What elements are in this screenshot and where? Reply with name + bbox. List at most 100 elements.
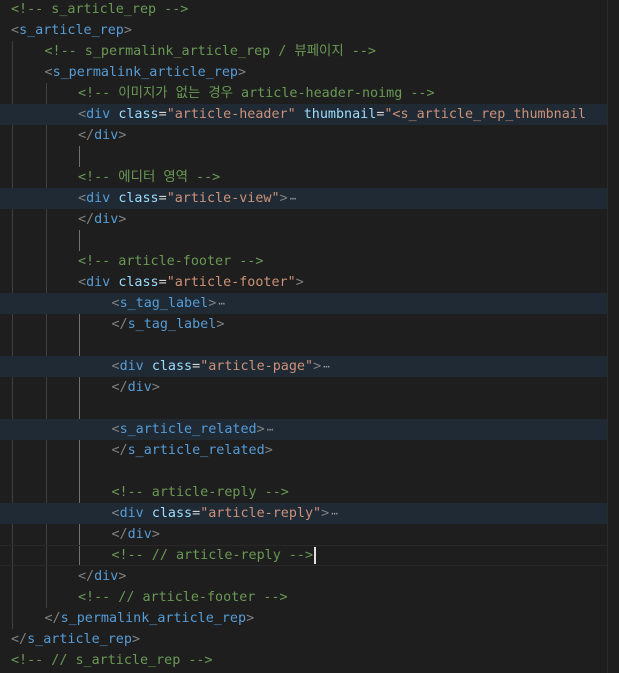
code-line-text: </s_tag_label> <box>112 314 225 335</box>
code-token: class <box>151 506 193 521</box>
code-token: </ <box>111 380 128 395</box>
code-line[interactable]: <s_tag_label> ⋯ <box>0 293 608 314</box>
code-token: <!-- // s_article_rep --> <box>11 653 213 668</box>
code-token: "article-view" <box>166 191 280 206</box>
code-line-text: <!-- // s_article_rep --> <box>11 650 213 671</box>
code-line[interactable]: </s_article_related> <box>0 440 608 461</box>
folded-region-ellipsis-icon[interactable]: ⋯ <box>321 360 330 373</box>
code-token: "article-header" <box>166 107 296 122</box>
code-token: </ <box>78 212 95 227</box>
code-token: s_tag_label <box>127 317 217 332</box>
code-line[interactable]: <!-- 이미지가 없는 경우 article-header-noimg --> <box>0 83 608 104</box>
code-line-text: <s_article_rep> <box>11 20 132 41</box>
code-token: class <box>151 359 193 374</box>
code-line-text: </div> <box>78 125 126 146</box>
code-token: s_tag_label <box>119 296 209 311</box>
code-line[interactable] <box>0 146 608 167</box>
folded-region-ellipsis-icon[interactable]: ⋯ <box>265 423 274 436</box>
code-line[interactable]: <s_article_rep> <box>0 20 608 41</box>
code-token: div <box>94 212 119 227</box>
code-token: > <box>123 23 132 38</box>
code-token: "article-page" <box>200 359 314 374</box>
code-token: "article-footer" <box>166 275 296 290</box>
code-line-text: </s_permalink_article_rep> <box>45 608 255 629</box>
code-token: div <box>86 107 111 122</box>
folded-region-ellipsis-icon[interactable]: ⋯ <box>288 192 297 205</box>
code-line-text: </s_article_related> <box>112 440 273 461</box>
code-editor[interactable]: <!-- s_article_rep --> <s_article_rep> <!-… <box>0 0 619 673</box>
code-line[interactable]: <s_permalink_article_rep> <box>0 62 608 83</box>
code-line[interactable]: <!-- // article-footer --> <box>0 587 608 608</box>
code-token: > <box>151 380 160 395</box>
code-token: div <box>94 128 119 143</box>
folded-region-ellipsis-icon[interactable]: ⋯ <box>329 507 338 520</box>
code-token: < <box>78 275 87 290</box>
code-line[interactable]: </div> <box>0 125 608 146</box>
code-line[interactable]: </div> <box>0 524 608 545</box>
code-line-text: <div class="article-header" thumbnail="<… <box>78 104 586 125</box>
code-token: > <box>256 422 265 437</box>
code-token: div <box>94 569 119 584</box>
code-line[interactable]: </s_article_rep> <box>0 629 608 650</box>
code-line[interactable]: </div> <box>0 566 608 587</box>
code-token: div <box>127 380 152 395</box>
code-token: < <box>44 65 53 80</box>
code-token: s_article_related <box>127 443 265 458</box>
code-line[interactable]: <!-- article-footer --> <box>0 251 608 272</box>
code-line-text: </div> <box>112 377 160 398</box>
code-line-text: <!-- article-footer --> <box>78 251 263 272</box>
code-token: class <box>118 191 159 206</box>
code-token: < <box>111 296 120 311</box>
code-token: > <box>246 611 255 626</box>
code-token: > <box>321 506 330 521</box>
code-line[interactable] <box>0 335 608 356</box>
code-token: "<s_article_rep_thumbnail <box>384 107 586 122</box>
code-line[interactable]: <!-- s_permalink_article_rep / 뷰페이지 --> <box>0 41 608 62</box>
code-line[interactable]: <!-- 에디터 영역 --> <box>0 167 608 188</box>
code-line-text: <div class="article-reply"> ⋯ <box>112 503 338 524</box>
code-line-text: <s_article_related> ⋯ <box>111 419 274 440</box>
code-token: s_article_related <box>119 422 257 437</box>
code-line-text: </div> <box>112 524 160 545</box>
code-token: = <box>158 275 167 290</box>
code-line[interactable]: <div class="article-footer"> <box>0 272 608 293</box>
code-token: <!-- // article-footer --> <box>78 590 288 605</box>
code-line[interactable]: </s_permalink_article_rep> <box>0 608 608 629</box>
code-line[interactable]: <div class="article-view"> ⋯ <box>0 188 608 209</box>
code-token: > <box>118 128 127 143</box>
code-line[interactable]: <div class="article-header" thumbnail="<… <box>0 104 608 125</box>
code-line[interactable] <box>0 461 608 482</box>
code-token: s_article_rep <box>19 23 124 38</box>
code-line[interactable]: <!-- article-reply --> <box>0 482 608 503</box>
text-cursor <box>314 546 317 564</box>
code-line[interactable]: <div class="article-reply"> ⋯ <box>0 503 608 524</box>
code-line-text: </div> <box>78 209 126 230</box>
code-token: <!-- // article-reply --> <box>111 548 314 563</box>
code-token: = <box>158 107 167 122</box>
code-token: div <box>119 359 144 374</box>
code-line[interactable]: <div class="article-page"> ⋯ <box>0 356 608 377</box>
code-token: > <box>151 527 160 542</box>
code-line[interactable]: <!-- s_article_rep --> <box>0 0 608 20</box>
code-token: > <box>295 275 304 290</box>
code-line[interactable]: </div> <box>0 377 608 398</box>
code-token: < <box>111 422 120 437</box>
code-line[interactable]: </div> <box>0 209 608 230</box>
code-token: > <box>238 65 247 80</box>
code-line[interactable]: <s_article_related> ⋯ <box>0 419 608 440</box>
code-line-text: <!-- article-reply --> <box>112 482 289 503</box>
code-line[interactable] <box>0 398 608 419</box>
code-line-text: <!-- s_permalink_article_rep / 뷰페이지 --> <box>45 41 376 62</box>
code-line[interactable]: <!-- // article-reply --> <box>0 545 608 566</box>
vertical-scrollbar[interactable] <box>607 0 619 673</box>
code-line[interactable]: </s_tag_label> <box>0 314 608 335</box>
code-line[interactable]: <!-- // s_article_rep --> <box>0 650 608 671</box>
code-token: > <box>118 569 127 584</box>
code-line[interactable] <box>0 230 608 251</box>
code-token: <!-- article-reply --> <box>111 485 289 500</box>
code-line-text: <!-- 에디터 영역 --> <box>78 167 220 188</box>
folded-region-ellipsis-icon[interactable]: ⋯ <box>216 297 225 310</box>
code-token: div <box>127 527 152 542</box>
code-token: > <box>313 359 322 374</box>
